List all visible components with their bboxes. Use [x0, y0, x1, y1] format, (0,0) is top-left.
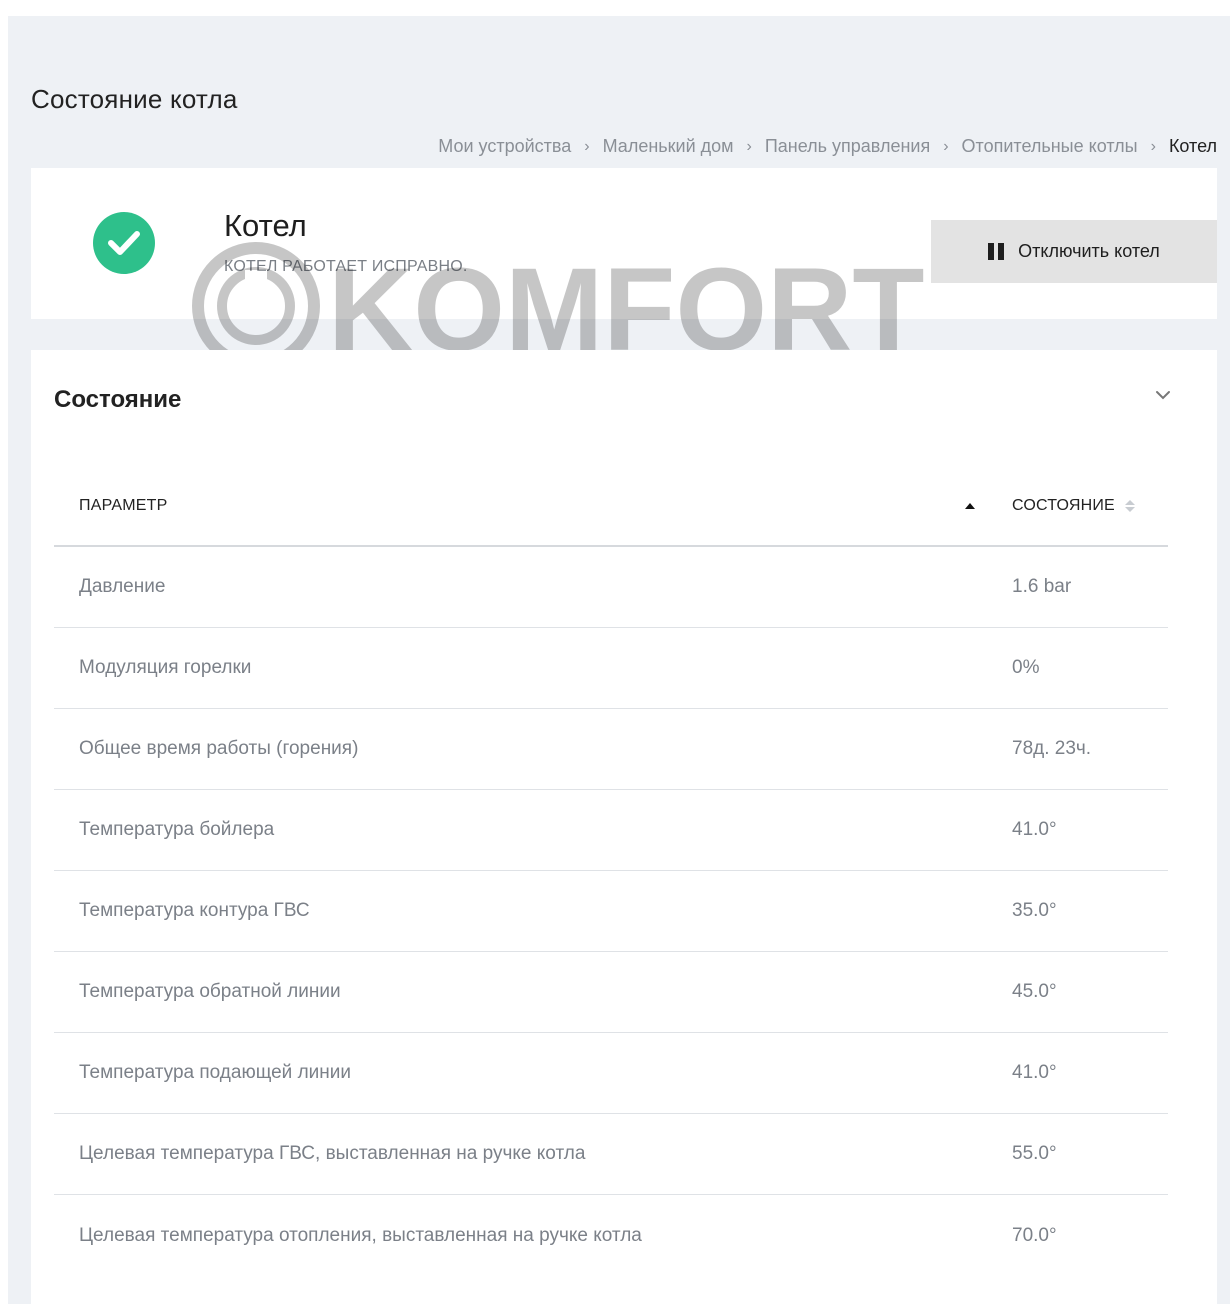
table-row: Температура обратной линии 45.0°	[54, 952, 1168, 1033]
breadcrumb-item-current: Котел	[1168, 136, 1217, 156]
row-param: Температура обратной линии	[79, 981, 341, 1002]
row-state: 78д. 23ч.	[1012, 738, 1092, 759]
row-param: Температура подающей линии	[79, 1062, 351, 1083]
device-status-card: Котел КОТЕЛ РАБОТАЕТ ИСПРАВНО. Отключить…	[31, 168, 1217, 319]
row-state: 1.6 bar	[1012, 576, 1072, 597]
check-circle-icon	[93, 212, 155, 274]
breadcrumb-item-control-panel[interactable]: Панель управления	[765, 136, 930, 157]
row-state: 41.0°	[1012, 1062, 1057, 1083]
row-param: Целевая температура отопления, выставлен…	[79, 1224, 642, 1246]
breadcrumb-item-my-devices[interactable]: Мои устройства	[438, 136, 571, 157]
table-row: Целевая температура ГВС, выставленная на…	[54, 1114, 1168, 1195]
row-param: Температура контура ГВС	[79, 900, 310, 921]
state-section: Состояние ПАРАМЕТР СОСТОЯНИЕ Давление 1.6…	[31, 350, 1217, 1304]
device-status-text: КОТЕЛ РАБОТАЕТ ИСПРАВНО.	[224, 258, 468, 275]
row-param: Температура бойлера	[79, 819, 275, 840]
table-row: Целевая температура отопления, выставлен…	[54, 1195, 1168, 1276]
row-state: 45.0°	[1012, 981, 1057, 1002]
column-header-param-label: ПАРАМЕТР	[79, 497, 168, 514]
state-table: ПАРАМЕТР СОСТОЯНИЕ Давление 1.6 bar Модуля…	[54, 467, 1168, 1276]
chevron-right-icon: ›	[584, 137, 590, 155]
chevron-right-icon: ›	[1150, 137, 1156, 155]
table-body: Давление 1.6 bar Модуляция горелки 0% Общее …	[54, 547, 1168, 1276]
breadcrumb-item-heating-boilers[interactable]: Отопительные котлы	[962, 136, 1138, 157]
chevron-down-icon[interactable]	[1153, 388, 1173, 402]
column-header-param[interactable]: ПАРАМЕТР	[54, 497, 1012, 515]
table-row: Температура подающей линии 41.0°	[54, 1033, 1168, 1114]
breadcrumb-item-small-house[interactable]: Маленький дом	[603, 136, 734, 157]
table-row: Температура бойлера 41.0°	[54, 790, 1168, 871]
page-title: Состояние котла	[31, 84, 238, 114]
pause-icon	[988, 243, 1005, 260]
disable-boiler-button[interactable]: Отключить котел	[931, 220, 1217, 283]
device-name: Котел	[224, 208, 307, 243]
row-state: 41.0°	[1012, 819, 1057, 840]
row-param: Общее время работы (горения)	[79, 738, 359, 759]
row-param: Целевая температура ГВС, выставленная на…	[79, 1143, 586, 1164]
table-row: Общее время работы (горения) 78д. 23ч.	[54, 709, 1168, 790]
column-header-state-label: СОСТОЯНИЕ	[1012, 497, 1115, 514]
table-header: ПАРАМЕТР СОСТОЯНИЕ	[54, 467, 1168, 547]
table-row: Модуляция горелки 0%	[54, 628, 1168, 709]
row-state: 35.0°	[1012, 900, 1057, 921]
chevron-right-icon: ›	[746, 137, 752, 155]
row-state: 0%	[1012, 657, 1040, 678]
breadcrumb: Мои устройства › Маленький дом › Панель …	[438, 136, 1217, 157]
sort-ascending-icon	[965, 503, 975, 509]
disable-boiler-label: Отключить котел	[1018, 241, 1160, 261]
row-param: Давление	[79, 576, 166, 597]
row-state: 70.0°	[1012, 1224, 1057, 1246]
row-param: Модуляция горелки	[79, 657, 252, 678]
table-row: Температура контура ГВС 35.0°	[54, 871, 1168, 952]
column-header-state[interactable]: СОСТОЯНИЕ	[1012, 497, 1168, 515]
section-title: Состояние	[54, 386, 182, 413]
sort-icon	[1124, 500, 1135, 512]
row-state: 55.0°	[1012, 1143, 1057, 1164]
chevron-right-icon: ›	[943, 137, 949, 155]
table-row: Давление 1.6 bar	[54, 547, 1168, 628]
